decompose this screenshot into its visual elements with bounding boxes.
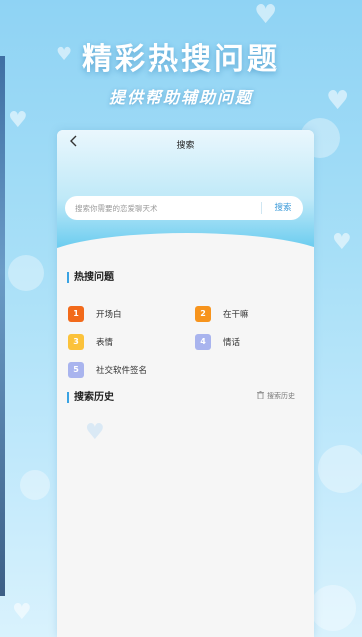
- header-wave: [57, 233, 314, 293]
- search-button[interactable]: 搜索: [267, 196, 299, 220]
- search-bar: 搜索: [65, 196, 303, 220]
- bokeh-circle: [310, 585, 356, 631]
- promo-subline: 提供帮助辅助问题: [108, 88, 253, 107]
- heart-icon: ♥: [12, 600, 32, 625]
- page-title: 搜索: [176, 141, 195, 151]
- search-divider: [261, 202, 262, 214]
- search-header: 搜索 搜索: [57, 130, 314, 293]
- heart-icon: ♥: [8, 108, 28, 133]
- hot-item-3[interactable]: 3 表情: [68, 334, 178, 350]
- hot-item-label: 社交软件签名: [96, 366, 148, 376]
- hot-item-5[interactable]: 5 社交软件签名: [68, 362, 188, 378]
- search-input[interactable]: [75, 196, 255, 220]
- rank-badge: 4: [195, 334, 211, 350]
- trash-icon: [257, 391, 264, 399]
- bokeh-circle: [8, 255, 44, 291]
- app-screen: 搜索 搜索 热搜问题 1 开场白 2 在干嘛 3 表情 4 情话 5 社交软件签…: [57, 130, 314, 637]
- heart-icon: ♥: [85, 420, 105, 445]
- heart-icon: ♥: [254, 0, 278, 30]
- hot-item-label: 在干嘛: [223, 310, 249, 320]
- bokeh-circle: [318, 445, 362, 493]
- promo-headline: 精彩热搜问题: [82, 42, 280, 77]
- rank-badge: 1: [68, 306, 84, 322]
- background-edge-strip: [0, 56, 5, 596]
- hot-item-4[interactable]: 4 情话: [195, 334, 305, 350]
- clear-history-button[interactable]: 搜索历史: [257, 391, 295, 401]
- hot-item-label: 表情: [96, 338, 114, 348]
- hot-item-label: 情话: [223, 338, 241, 348]
- hot-item-2[interactable]: 2 在干嘛: [195, 306, 305, 322]
- hot-item-1[interactable]: 1 开场白: [68, 306, 178, 322]
- bokeh-circle: [20, 470, 50, 500]
- rank-badge: 5: [68, 362, 84, 378]
- hot-item-label: 开场白: [96, 310, 122, 320]
- rank-badge: 2: [195, 306, 211, 322]
- hot-section-title: 热搜问题: [67, 272, 114, 283]
- history-section-title: 搜索历史: [67, 392, 114, 403]
- nav-bar: 搜索: [57, 130, 314, 158]
- rank-badge: 3: [68, 334, 84, 350]
- clear-history-label: 搜索历史: [267, 392, 295, 400]
- heart-icon: ♥: [332, 230, 352, 255]
